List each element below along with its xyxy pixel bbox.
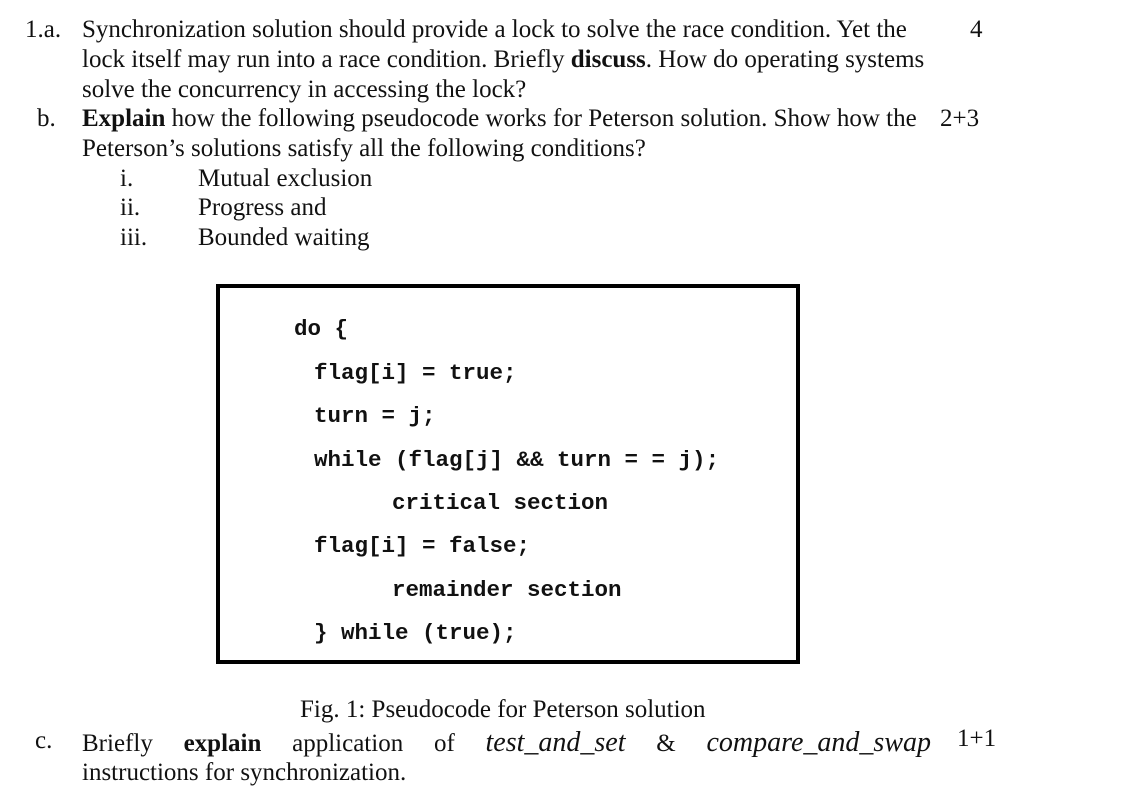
- question-number: b.: [37, 105, 56, 132]
- question-text-line: lock itself may run into a race conditio…: [82, 45, 924, 75]
- question-text-line: Peterson’s solutions satisfy all the fol…: [82, 135, 646, 162]
- condition-text: Bounded waiting: [198, 224, 370, 251]
- text-run: application: [292, 730, 404, 757]
- keyword-discuss: discuss: [570, 46, 646, 73]
- pseudocode-figure: do { flag[i] = true; turn = j; while (fl…: [216, 284, 800, 664]
- question-text-line: solve the concurrency in accessing the l…: [82, 76, 527, 103]
- condition-numeral: ii.: [120, 194, 141, 221]
- code-line: flag[i] = true;: [314, 360, 517, 386]
- text-run: Briefly: [82, 730, 153, 757]
- marks-label: 4: [970, 16, 983, 43]
- code-line: while (flag[j] && turn = = j);: [314, 447, 720, 473]
- question-text-line: Explain how the following pseudocode wor…: [82, 104, 917, 134]
- code-line: critical section: [392, 490, 609, 516]
- code-line: flag[i] = false;: [314, 533, 531, 559]
- text-run: &: [656, 730, 676, 757]
- text-run: of: [433, 730, 455, 757]
- figure-caption: Fig. 1: Pseudocode for Peterson solution: [300, 696, 706, 723]
- code-line: turn = j;: [314, 403, 436, 429]
- text-run: . How do operating systems: [645, 46, 925, 73]
- keyword-explain: Explain: [82, 105, 166, 132]
- question-number: 1.a.: [25, 16, 62, 43]
- code-line: } while (true);: [314, 620, 517, 646]
- text-run: lock itself may run into a race conditio…: [82, 46, 571, 73]
- term-test-and-set: test_and_set: [485, 727, 626, 758]
- text-run: how the following pseudocode works for P…: [165, 105, 917, 132]
- term-compare-and-swap: compare_and_swap: [706, 727, 931, 758]
- question-text-line: instructions for synchronization.: [82, 759, 407, 786]
- code-line: do {: [294, 316, 349, 342]
- marks-label: 1+1: [957, 725, 997, 752]
- code-line: remainder section: [392, 577, 622, 603]
- question-text-line: Synchronization solution should provide …: [82, 16, 907, 43]
- keyword-explain: explain: [183, 730, 262, 757]
- condition-numeral: i.: [120, 165, 134, 192]
- condition-numeral: iii.: [120, 224, 148, 251]
- condition-text: Progress and: [198, 194, 327, 221]
- marks-label: 2+3: [940, 105, 980, 132]
- condition-text: Mutual exclusion: [198, 165, 373, 192]
- question-number: c.: [35, 727, 53, 754]
- question-text-line: Briefly explain application of test_and_…: [82, 728, 931, 759]
